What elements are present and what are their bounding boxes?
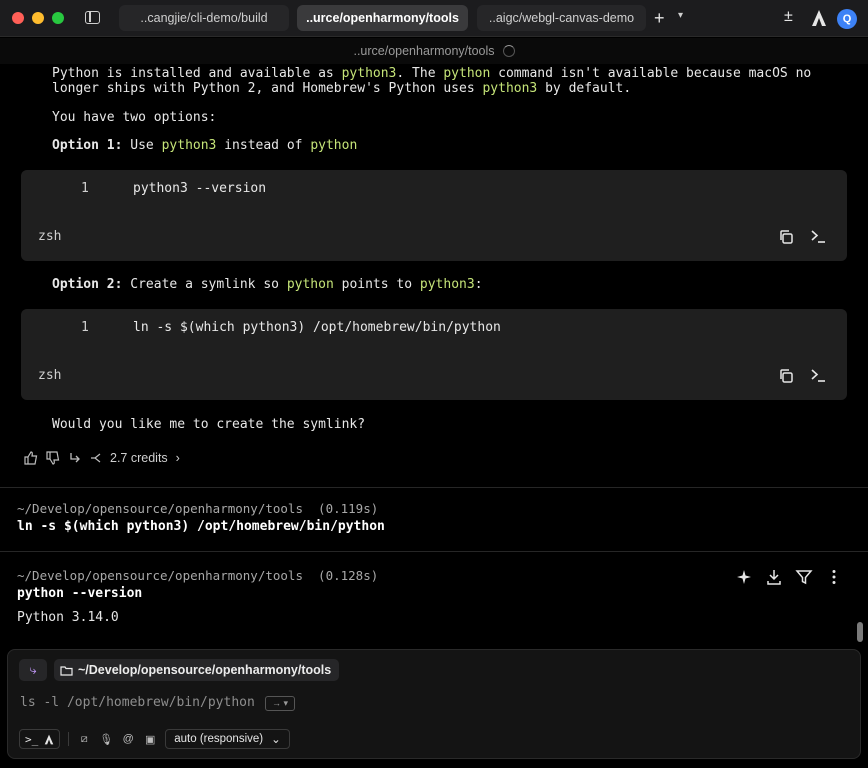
zoom-window-button[interactable] [52,12,64,24]
tab-webgl-canvas-demo[interactable]: ..aigc/webgl-canvas-demo [477,5,646,31]
divider [68,732,70,746]
close-window-button[interactable] [12,12,24,24]
code-block: 1 python3 --version zsh [21,170,847,261]
option-2-heading: Option 2: Create a symlink so python poi… [52,277,483,292]
tab-label: ..cangjie/cli-demo/build [140,11,268,25]
model-select-value: auto (responsive) [174,733,264,745]
block-divider [0,487,868,488]
block-toolbar [735,568,843,586]
download-icon[interactable] [765,568,783,586]
code-language-label: zsh [38,229,62,244]
code-line[interactable]: python3 --version [133,181,266,196]
accept-suggestion-key-icon: → ▾ [265,696,295,711]
tab-cli-demo[interactable]: ..cangjie/cli-demo/build [119,5,289,31]
line-number: 1 [81,181,89,196]
credits-usage[interactable]: 2.7 credits [110,451,168,465]
agent-logo-icon[interactable] [811,9,827,27]
microphone-icon[interactable]: 🎙 [99,733,113,746]
code-block: 1 ln -s $(which python3) /opt/homebrew/b… [21,309,847,400]
filter-icon[interactable] [795,568,813,586]
option-1-heading: Option 1: Use python3 instead of python [52,138,358,153]
branch-icon [91,453,101,463]
cwd-chip-label: ~/Develop/opensource/openharmony/tools [78,663,332,677]
run-in-terminal-icon[interactable] [810,367,826,383]
line-number: 1 [81,320,89,335]
image-attach-icon[interactable]: ▣ [143,733,157,746]
folder-icon [60,665,73,676]
tab-label: ..aigc/webgl-canvas-demo [488,11,635,25]
avatar[interactable]: Q [837,9,857,29]
plus-icon[interactable]: + [654,9,665,27]
tab-label: ..urce/openharmony/tools [306,11,459,25]
code-language-label: zsh [38,368,62,383]
answer-line-1: Python is installed and available as pyt… [52,66,812,81]
sparkle-icon[interactable] [735,568,753,586]
terminal-agent-mode-toggle[interactable]: >_ [19,729,61,749]
terminal-prompt-icon[interactable]: >_ [25,733,38,746]
reply-arrow-icon[interactable] [68,451,82,465]
block-header: ~/Develop/opensource/openharmony/tools (… [17,568,379,583]
answer-closing: Would you like me to create the symlink? [52,417,366,432]
scrollbar-thumb[interactable] [857,622,863,642]
loading-spinner-icon [502,45,515,57]
block-output: Python 3.14.0 [17,610,119,625]
block-command[interactable]: ln -s $(which python3) /opt/homebrew/bin… [17,519,385,534]
answer-line-2: longer ships with Python 2, and Homebrew… [52,81,632,96]
minimize-window-button[interactable] [32,12,44,24]
options-intro: You have two options: [52,110,217,125]
command-input[interactable]: ls -l /opt/homebrew/bin/python [20,695,255,710]
sidebar-toggle-icon[interactable] [85,11,100,24]
plus-minus-icon[interactable]: ± [784,8,793,26]
thumbs-down-icon[interactable] [46,451,60,465]
chevron-down-icon: ⌄ [271,734,281,746]
copy-icon[interactable] [778,368,794,384]
thumbs-up-icon[interactable] [24,451,38,465]
input-toolbar: >_ ⧄ 🎙 @ ▣ auto (responsive) ⌄ [19,728,290,750]
return-arrow-icon[interactable]: ⤷ [19,659,47,681]
chevron-down-icon[interactable]: ▾ [678,10,683,21]
run-in-terminal-icon[interactable] [810,228,826,244]
agent-logo-icon[interactable] [44,734,54,745]
pane-path-title: ..urce/openharmony/tools [353,44,495,58]
block-command[interactable]: python --version [17,586,142,601]
more-options-icon[interactable] [825,568,843,586]
title-bar: ..cangjie/cli-demo/build ..urce/openharm… [0,0,868,37]
tab-openharmony-tools[interactable]: ..urce/openharmony/tools [297,5,468,31]
model-select[interactable]: auto (responsive) ⌄ [165,729,290,749]
block-header: ~/Develop/opensource/openharmony/tools (… [17,501,379,516]
slash-command-icon[interactable]: ⧄ [77,733,91,746]
chevron-right-icon[interactable]: › [176,451,180,465]
copy-icon[interactable] [778,229,794,245]
block-divider [0,551,868,552]
mention-icon[interactable]: @ [121,733,135,745]
command-input-panel: ⤷ ~/Develop/opensource/openharmony/tools… [7,649,861,759]
answer-actions: 2.7 credits › [24,450,180,466]
cwd-chip[interactable]: ~/Develop/opensource/openharmony/tools [54,659,340,681]
code-line[interactable]: ln -s $(which python3) /opt/homebrew/bin… [133,320,501,335]
pane-path-header: ..urce/openharmony/tools [0,38,868,64]
terminal-content: Python is installed and available as pyt… [0,64,868,648]
